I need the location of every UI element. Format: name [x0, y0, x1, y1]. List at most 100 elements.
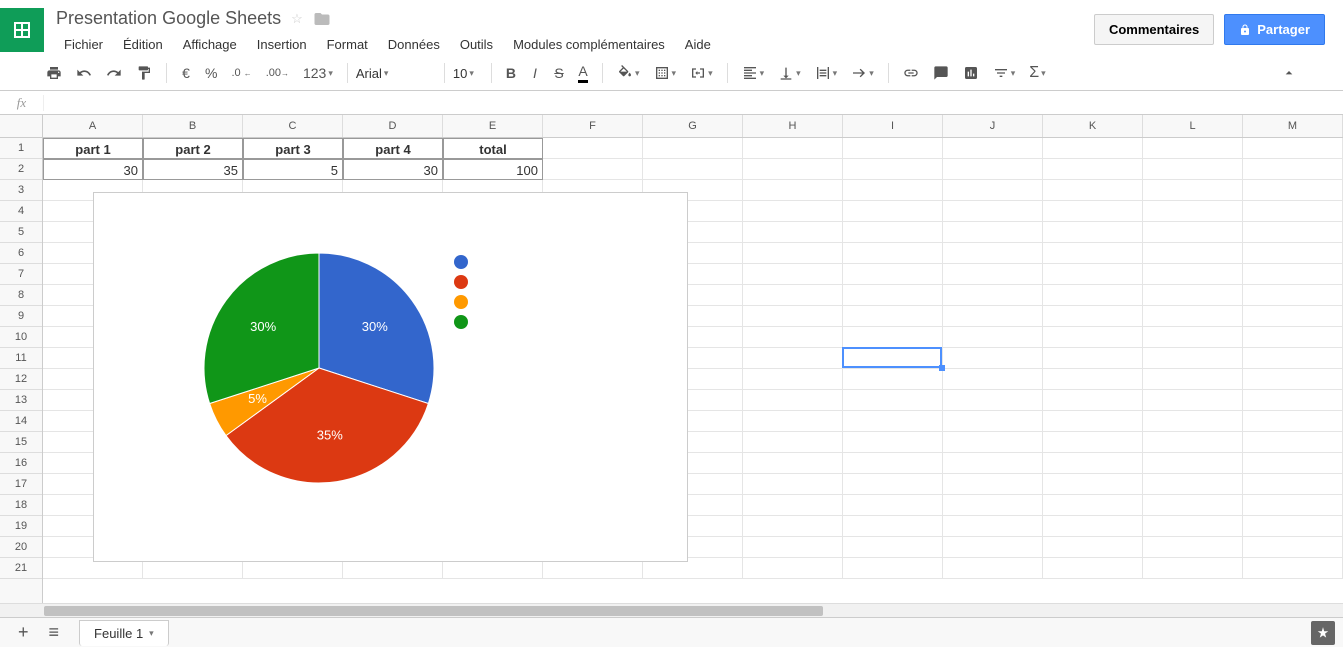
- cell[interactable]: [743, 411, 843, 432]
- cell[interactable]: [1143, 159, 1243, 180]
- cell[interactable]: [1043, 453, 1143, 474]
- cell[interactable]: [843, 327, 943, 348]
- cell[interactable]: [1243, 369, 1343, 390]
- cell[interactable]: [743, 453, 843, 474]
- cell[interactable]: [743, 369, 843, 390]
- text-wrap-button[interactable]: [809, 61, 844, 85]
- print-icon[interactable]: [40, 61, 68, 85]
- filter-button[interactable]: [987, 61, 1022, 85]
- cell[interactable]: [943, 327, 1043, 348]
- cell[interactable]: 5: [243, 159, 343, 180]
- cell[interactable]: [843, 390, 943, 411]
- row-header[interactable]: 6: [0, 243, 42, 264]
- menu-modules[interactable]: Modules complémentaires: [505, 33, 673, 56]
- select-all-corner[interactable]: [0, 115, 43, 137]
- horizontal-scrollbar[interactable]: [0, 603, 1343, 617]
- currency-button[interactable]: €: [175, 61, 197, 85]
- cell[interactable]: part 2: [143, 138, 243, 159]
- sheets-logo[interactable]: [0, 8, 44, 52]
- cell[interactable]: [1243, 411, 1343, 432]
- cell[interactable]: [843, 138, 943, 159]
- row-header[interactable]: 10: [0, 327, 42, 348]
- cell[interactable]: [1243, 180, 1343, 201]
- cell[interactable]: [1243, 327, 1343, 348]
- col-header[interactable]: I: [843, 115, 943, 137]
- cell[interactable]: [1043, 474, 1143, 495]
- cell[interactable]: [743, 306, 843, 327]
- italic-button[interactable]: I: [524, 61, 546, 85]
- cell[interactable]: [843, 285, 943, 306]
- percent-button[interactable]: %: [199, 61, 223, 85]
- cell[interactable]: [1043, 432, 1143, 453]
- cell[interactable]: [843, 474, 943, 495]
- cell[interactable]: [743, 159, 843, 180]
- cell[interactable]: [943, 516, 1043, 537]
- col-header[interactable]: C: [243, 115, 343, 137]
- cell[interactable]: [1043, 222, 1143, 243]
- cell[interactable]: [943, 537, 1043, 558]
- cell[interactable]: [543, 138, 643, 159]
- cell[interactable]: [743, 432, 843, 453]
- cell[interactable]: [843, 348, 943, 369]
- menu-aide[interactable]: Aide: [677, 33, 719, 56]
- cell[interactable]: [1043, 348, 1143, 369]
- doc-title[interactable]: Presentation Google Sheets: [56, 8, 281, 29]
- legend-swatch[interactable]: [454, 255, 468, 269]
- cell[interactable]: [1043, 285, 1143, 306]
- row-header[interactable]: 14: [0, 411, 42, 432]
- cell[interactable]: [843, 432, 943, 453]
- col-header[interactable]: B: [143, 115, 243, 137]
- menu-insertion[interactable]: Insertion: [249, 33, 315, 56]
- cell[interactable]: [943, 201, 1043, 222]
- menu-format[interactable]: Format: [319, 33, 376, 56]
- cell[interactable]: [1043, 180, 1143, 201]
- share-button[interactable]: Partager: [1224, 14, 1325, 45]
- cell[interactable]: [1243, 264, 1343, 285]
- cell[interactable]: 30: [43, 159, 143, 180]
- cell[interactable]: [843, 201, 943, 222]
- paint-format-icon[interactable]: [130, 61, 158, 85]
- horizontal-align-button[interactable]: [736, 61, 771, 85]
- bold-button[interactable]: B: [500, 61, 522, 85]
- cell[interactable]: [943, 222, 1043, 243]
- redo-icon[interactable]: [100, 61, 128, 85]
- cell[interactable]: [1143, 558, 1243, 579]
- undo-icon[interactable]: [70, 61, 98, 85]
- strikethrough-button[interactable]: S: [548, 61, 570, 85]
- cell[interactable]: [643, 159, 743, 180]
- increase-decimal-button[interactable]: .00→: [260, 61, 295, 85]
- cell[interactable]: [843, 537, 943, 558]
- cell[interactable]: [843, 306, 943, 327]
- cell[interactable]: [1243, 306, 1343, 327]
- cell[interactable]: [943, 453, 1043, 474]
- cell[interactable]: [743, 243, 843, 264]
- cell[interactable]: [843, 264, 943, 285]
- folder-icon[interactable]: [313, 10, 331, 28]
- cell[interactable]: part 4: [343, 138, 443, 159]
- cell[interactable]: [943, 159, 1043, 180]
- cell[interactable]: [1143, 327, 1243, 348]
- cell[interactable]: [1243, 201, 1343, 222]
- cell[interactable]: [843, 243, 943, 264]
- cell[interactable]: [1243, 495, 1343, 516]
- cell[interactable]: [743, 264, 843, 285]
- row-header[interactable]: 3: [0, 180, 42, 201]
- cell[interactable]: [943, 180, 1043, 201]
- row-header[interactable]: 15: [0, 432, 42, 453]
- cell[interactable]: [1043, 516, 1143, 537]
- selection-handle[interactable]: [939, 365, 945, 371]
- menu-donnees[interactable]: Données: [380, 33, 448, 56]
- cell[interactable]: [1043, 243, 1143, 264]
- comments-button[interactable]: Commentaires: [1094, 14, 1214, 45]
- cell[interactable]: [1243, 390, 1343, 411]
- cell[interactable]: [1143, 369, 1243, 390]
- cell[interactable]: [1043, 201, 1143, 222]
- cell[interactable]: [743, 495, 843, 516]
- cell[interactable]: [843, 159, 943, 180]
- cell[interactable]: [1243, 222, 1343, 243]
- cell[interactable]: [1143, 432, 1243, 453]
- cell[interactable]: [743, 285, 843, 306]
- cell[interactable]: [943, 138, 1043, 159]
- cell[interactable]: [943, 474, 1043, 495]
- row-header[interactable]: 8: [0, 285, 42, 306]
